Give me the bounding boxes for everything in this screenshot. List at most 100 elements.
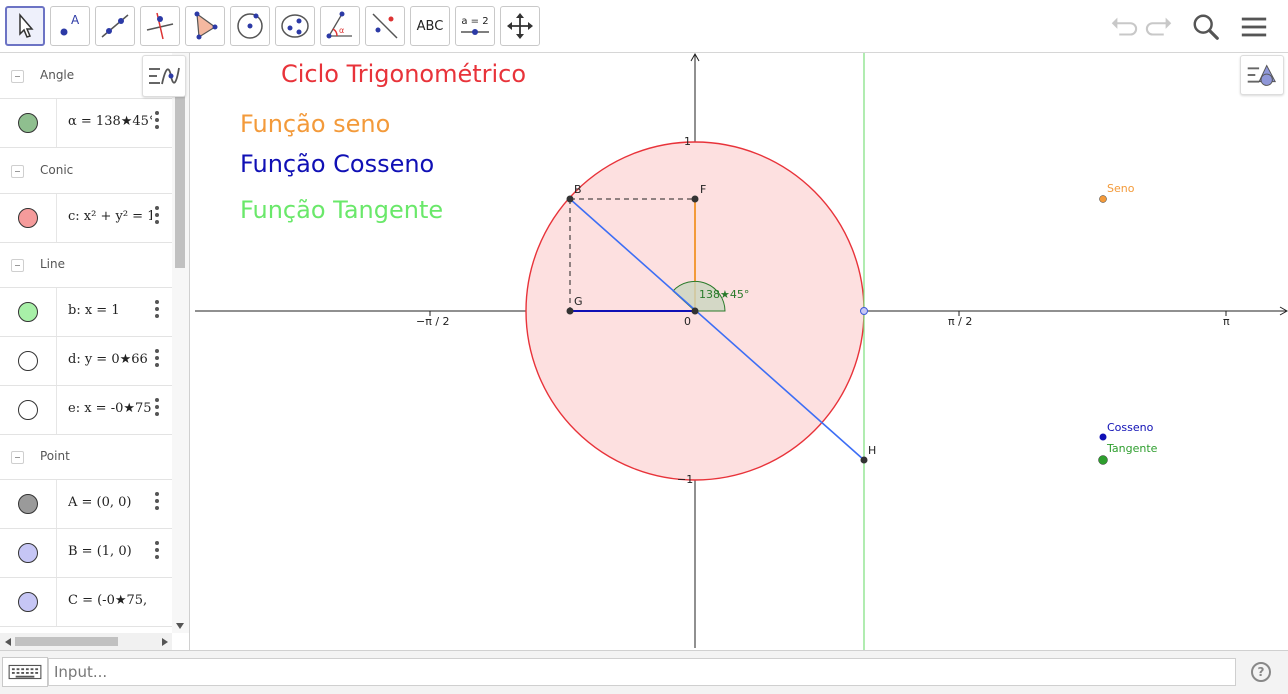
more-options-icon[interactable] — [155, 492, 161, 512]
text-tool-button[interactable]: ABC — [410, 6, 450, 46]
collapse-group-icon[interactable] — [11, 70, 24, 83]
algebra-style-toggle-button[interactable] — [142, 55, 186, 97]
angle-icon: α — [326, 11, 352, 39]
line-tool-button[interactable] — [95, 6, 135, 46]
y-label-one: 1 — [684, 135, 691, 148]
reflect-tool-button[interactable] — [365, 6, 405, 46]
visibility-toggle[interactable] — [18, 113, 38, 133]
visibility-toggle[interactable] — [18, 351, 38, 371]
visibility-toggle[interactable] — [18, 302, 38, 322]
group-header-point[interactable]: Point — [0, 434, 172, 480]
item-definition[interactable]: e: x = -0★75 — [68, 401, 152, 416]
sine-marker-point[interactable] — [1099, 195, 1107, 203]
move-graphics-view-tool-button[interactable] — [500, 6, 540, 46]
point-tool-button[interactable]: A — [50, 6, 90, 46]
algebra-item-point-c[interactable]: C = (-0★75, 0★ — [0, 578, 172, 627]
page-title: Ciclo Trigonométrico — [281, 60, 527, 88]
collapse-group-icon[interactable] — [11, 259, 24, 272]
point-f[interactable] — [691, 195, 699, 203]
algebra-item-line-d[interactable]: d: y = 0★66 — [0, 337, 172, 386]
point-g[interactable] — [566, 307, 574, 315]
scroll-right-arrow-icon[interactable] — [161, 637, 169, 647]
point-icon: A — [60, 13, 80, 36]
slider-tool-button[interactable]: a = 2 — [455, 6, 495, 46]
tangent-marker-point[interactable] — [1098, 455, 1108, 465]
visibility-toggle[interactable] — [18, 208, 38, 228]
keyboard-icon — [8, 664, 42, 680]
move-arrows-icon — [507, 13, 533, 39]
graphics-canvas[interactable] — [190, 53, 1288, 650]
algebra-input-field[interactable] — [48, 658, 1236, 686]
item-definition[interactable]: B = (1, 0) — [68, 544, 152, 559]
redo-button[interactable] — [1142, 10, 1178, 44]
divider — [56, 386, 57, 434]
visibility-toggle[interactable] — [18, 494, 38, 514]
algebra-item-angle-alpha[interactable]: α = 138★45° — [0, 99, 172, 148]
perpendicular-line-tool-button[interactable] — [140, 6, 180, 46]
circle-icon — [237, 13, 263, 39]
algebra-item-line-b[interactable]: b: x = 1 — [0, 288, 172, 337]
item-definition[interactable]: c: x² + y² = 1 — [68, 209, 152, 224]
item-definition[interactable]: A = (0, 0) — [68, 495, 152, 510]
angle-tool-button[interactable]: α — [320, 6, 360, 46]
algebra-item-conic-c[interactable]: c: x² + y² = 1 — [0, 194, 172, 243]
virtual-keyboard-button[interactable] — [2, 657, 48, 687]
item-definition[interactable]: α = 138★45° — [68, 114, 152, 129]
visibility-toggle[interactable] — [18, 592, 38, 612]
more-options-icon[interactable] — [155, 349, 161, 369]
label-cosine-marker: Cosseno — [1107, 421, 1154, 434]
more-options-icon[interactable] — [155, 206, 161, 226]
more-options-icon[interactable] — [155, 300, 161, 320]
move-tool-button[interactable] — [5, 6, 45, 46]
point-unit-b[interactable] — [860, 307, 868, 315]
algebra-view: Angle α = 138★45° Conic c: x² + y² = 1 L… — [0, 53, 190, 650]
label-point-b: B — [574, 183, 582, 196]
ellipse-tool-button[interactable] — [275, 6, 315, 46]
graphics-view[interactable]: Ciclo Trigonométrico Função seno Função … — [190, 53, 1288, 650]
legend-tangent: Função Tangente — [240, 196, 444, 224]
x-label-pi: π — [1223, 315, 1230, 328]
divider — [56, 99, 57, 147]
label-tangent-marker: Tangente — [1107, 442, 1158, 455]
x-label-neg-half-pi: −π / 2 — [416, 315, 450, 328]
main-menu-button[interactable] — [1236, 10, 1272, 44]
more-options-icon[interactable] — [155, 541, 161, 561]
group-header-conic[interactable]: Conic — [0, 148, 172, 194]
point-h[interactable] — [860, 456, 868, 464]
algebra-item-point-b[interactable]: B = (1, 0) — [0, 529, 172, 578]
algebra-item-line-e[interactable]: e: x = -0★75 — [0, 386, 172, 435]
divider — [56, 337, 57, 385]
item-definition[interactable]: C = (-0★75, 0★ — [68, 593, 152, 608]
scroll-down-arrow-icon[interactable] — [175, 622, 185, 630]
label-point-g: G — [574, 295, 583, 308]
more-options-icon[interactable] — [155, 398, 161, 418]
group-header-line[interactable]: Line — [0, 242, 172, 288]
input-bar: ? — [0, 650, 1288, 694]
toolbar: A α ABC a = 2 — [0, 0, 1288, 53]
point-a[interactable] — [691, 307, 699, 315]
item-definition[interactable]: b: x = 1 — [68, 303, 152, 318]
algebra-horizontal-scroll-thumb[interactable] — [15, 637, 118, 646]
group-label: Conic — [40, 163, 74, 177]
cosine-marker-point[interactable] — [1099, 433, 1107, 441]
more-options-icon[interactable] — [155, 111, 161, 131]
visibility-toggle[interactable] — [18, 400, 38, 420]
collapse-group-icon[interactable] — [11, 451, 24, 464]
scroll-left-arrow-icon[interactable] — [4, 637, 12, 647]
polygon-tool-button[interactable] — [185, 6, 225, 46]
visibility-toggle[interactable] — [18, 543, 38, 563]
point-b[interactable] — [566, 195, 574, 203]
help-icon[interactable]: ? — [1251, 662, 1271, 682]
search-button[interactable] — [1188, 10, 1224, 44]
circle-tool-button[interactable] — [230, 6, 270, 46]
undo-button[interactable] — [1105, 10, 1141, 44]
algebra-item-point-a[interactable]: A = (0, 0) — [0, 480, 172, 529]
item-definition[interactable]: d: y = 0★66 — [68, 352, 152, 367]
x-label-half-pi: π / 2 — [948, 315, 973, 328]
svg-text:A: A — [71, 13, 80, 27]
collapse-group-icon[interactable] — [11, 165, 24, 178]
line-icon — [101, 14, 129, 38]
graphics-style-toggle-button[interactable] — [1240, 55, 1284, 95]
algebra-vertical-scroll-thumb[interactable] — [175, 93, 185, 268]
search-icon — [1193, 14, 1219, 40]
